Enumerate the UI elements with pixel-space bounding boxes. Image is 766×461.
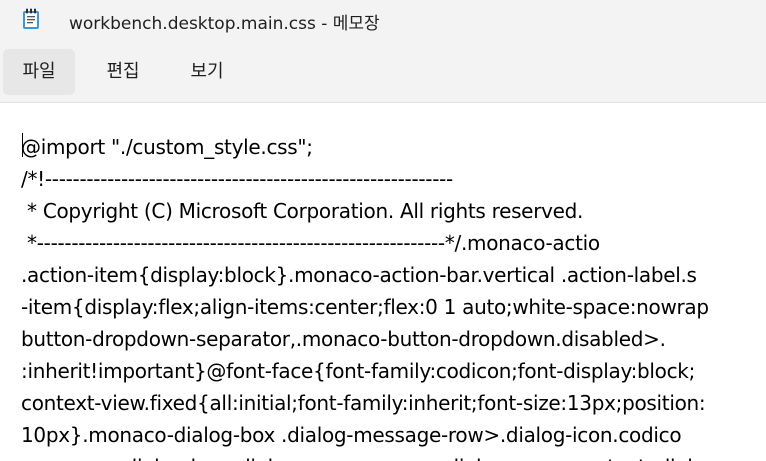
editor-line: *---------------------------------------… [21, 231, 600, 255]
editor-lines: @import "./custom_style.css"; /*!-------… [21, 131, 724, 461]
notepad-icon [22, 8, 40, 30]
editor-line: button-dropdown-separator,.monaco-button… [21, 327, 666, 351]
menu-view[interactable]: 보기 [173, 49, 241, 95]
window-title: workbench.desktop.main.css - 메모장 [69, 14, 380, 34]
editor-line: -item{display:flex;align-items:center;fl… [21, 295, 709, 319]
editor-line: .action-item{display:block}.monaco-actio… [21, 263, 697, 287]
menu-edit[interactable]: 편집 [89, 49, 157, 95]
editor-line: * Copyright (C) Microsoft Corporation. A… [21, 199, 584, 223]
title-bar: workbench.desktop.main.css - 메모장 [0, 0, 766, 42]
editor-line: context-view.fixed{all:initial;font-fami… [21, 391, 706, 415]
text-editor[interactable]: @import "./custom_style.css"; /*!-------… [0, 103, 766, 461]
editor-line: ...monaco-dialog-box .dialog-message-row… [21, 451, 724, 461]
editor-line: 10px}.monaco-dialog-box .dialog-message-… [21, 423, 682, 447]
menu-bar: 파일 편집 보기 [0, 44, 766, 103]
menu-file[interactable]: 파일 [3, 49, 75, 95]
editor-line: :inherit!important}@font-face{font-famil… [21, 359, 696, 383]
editor-line: @import "./custom_style.css"; [21, 135, 313, 159]
editor-line: /*!-------------------------------------… [21, 167, 453, 191]
